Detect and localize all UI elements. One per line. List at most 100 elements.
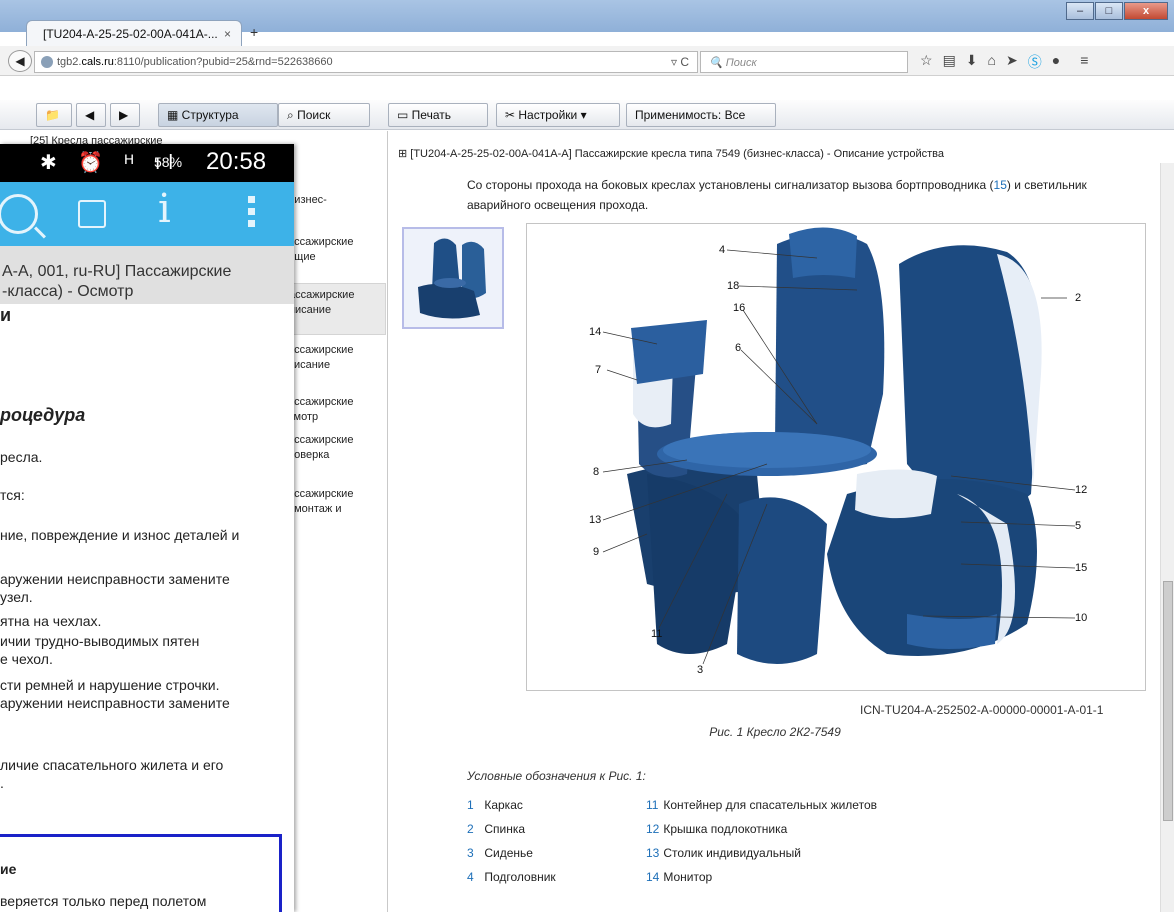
tree-item-selected[interactable]: ассажирские писание [288,283,386,335]
figure-id: ICN-TU204-A-252502-A-00000-00001-A-01-1 [860,703,1104,717]
phone-line: тся: [0,487,25,503]
tree-item[interactable]: ассажирские бщие [288,235,386,265]
document-header[interactable]: ⊞ [TU204-A-25-25-02-00A-041A-A] Пассажир… [398,147,944,160]
structure-button[interactable]: ▦ Структура [158,103,278,127]
close-window-button[interactable]: x [1124,2,1168,20]
callout-label: 18 [727,280,740,292]
callout-link-15[interactable]: 15 [994,178,1007,192]
url-prefix: tgb2. [57,56,82,68]
phone-line: ие [0,861,17,877]
phone-line: ичии трудно-выводимых пятен [0,633,200,649]
phone-line: аружении неисправности замените [0,571,230,587]
callout-label: 3 [697,664,704,676]
legend-label: Крышка подлокотника [663,822,788,836]
back-arrow-icon[interactable]: ◀ [8,50,32,72]
minimize-button[interactable]: – [1066,2,1094,20]
print-icon: ▭ [397,108,412,122]
tree-item[interactable]: ассажирские смотр [288,395,386,425]
chat-icon[interactable]: ● [1052,52,1060,72]
next-button[interactable]: ▶ [110,103,140,127]
info-icon[interactable]: i [158,186,171,232]
binoculars-icon: ⌕ [287,108,298,122]
legend-number[interactable]: 2 [467,817,481,841]
structure-label: Структура [181,108,239,122]
tree-item[interactable]: ассажирские писание [288,343,386,373]
menu-icon[interactable]: ≡ [1080,52,1088,72]
legend-label: Сиденье [484,846,533,860]
legend-label: Спинка [484,822,526,836]
folder-button[interactable]: 📁 [36,103,72,127]
legend-number[interactable]: 4 [467,865,481,889]
tab-close-icon[interactable]: × [224,27,231,41]
overflow-menu-icon[interactable] [248,196,256,232]
figure-thumbnail[interactable] [402,227,504,329]
tree-item[interactable]: ассажирские емонтаж и [288,487,386,517]
applicability-label: Применимость: Все [635,108,746,122]
callout-label: 4 [719,244,726,256]
document-scrollbar[interactable] [1160,163,1174,912]
callout-label: 11 [651,628,663,640]
home-icon[interactable]: ⌂ [988,52,996,72]
search-icon[interactable] [0,194,38,234]
reload-icon[interactable]: ▿ C [671,55,689,69]
phone-document-title: A-A, 001, ru-RU] Пассажирские -класса) -… [0,246,294,304]
callout-label: 14 [589,326,602,338]
phone-app-bar: i [0,182,294,246]
legend-number[interactable]: 13 [646,841,660,865]
square-icon[interactable] [78,200,106,228]
callout-label: 5 [1075,520,1082,532]
prev-button[interactable]: ◀ [76,103,106,127]
window-controls: – □ x [1065,2,1168,20]
legend-item: 11 Контейнер для спасательных жилетов [646,793,877,817]
callout-label: 12 [1075,484,1088,496]
star-icon[interactable]: ☆ [920,52,933,72]
legend-label: Монитор [663,870,713,884]
phone-line: роцедура [0,405,86,425]
legend-label: Подголовник [484,870,556,884]
phone-line: ресла. [0,449,43,465]
search-label: Поиск [297,108,331,122]
legend-number[interactable]: 12 [646,817,660,841]
new-tab-button[interactable]: + [250,24,258,40]
callout-label: 8 [593,466,600,478]
legend-number[interactable]: 14 [646,865,660,889]
settings-button[interactable]: ✂ Настройки ▾ [496,103,620,127]
globe-icon [41,56,53,68]
search-input[interactable]: 🔍 Поиск [700,51,908,73]
phone-status-bar: ✱ ⏰ ᴴ ıl 58% 20:58 [0,144,294,182]
send-icon[interactable]: ➤ [1006,52,1018,72]
legend-item: 12 Крышка подлокотника [646,817,877,841]
tab-bar: [TU204-A-25-25-02-00A-041A-... × + – □ x [0,0,1174,46]
phone-line: е чехол. [0,651,53,667]
legend-item: 4 Подголовник [467,865,556,889]
print-label: Печать [411,108,451,122]
callout-label: 15 [1075,562,1088,574]
tree-item[interactable]: бизнес- [288,193,386,208]
figure-caption: Рис. 1 Кресло 2К2-7549 [709,725,841,739]
print-button[interactable]: ▭ Печать [388,103,488,127]
applicability-button[interactable]: Применимость: Все [626,103,776,127]
reading-list-icon[interactable]: ▤ [943,52,956,72]
legend-item: 13 Столик индивидуальный [646,841,877,865]
browser-tab[interactable]: [TU204-A-25-25-02-00A-041A-... × [26,20,242,46]
phone-line: и [0,305,12,325]
legend-number[interactable]: 11 [646,793,660,817]
search-placeholder: Поиск [725,57,757,69]
url-host: cals.ru [81,56,114,68]
phone-line: сти ремней и нарушение строчки. [0,677,220,693]
download-icon[interactable]: ⬇ [966,52,978,72]
phone-title-text: A-A, 001, ru-RU] Пассажирские -класса) -… [2,262,231,302]
folder-icon: 📁 [45,108,60,122]
tree-item[interactable]: ассажирские роверка [288,433,386,463]
search-button[interactable]: ⌕ Поиск [278,103,370,127]
address-bar[interactable]: tgb2.cals.ru:8110/publication?pubid=25&r… [34,51,698,73]
document-view: ⊞ [TU204-A-25-25-02-00A-041A-A] Пассажир… [390,131,1160,912]
phone-line: личие спасательного жилета и его [0,757,224,773]
skype-icon[interactable]: Ⓢ [1028,52,1042,72]
scrollbar-thumb[interactable] [1163,581,1173,821]
back-circle-icon: ◀ [85,108,95,122]
maximize-button[interactable]: □ [1095,2,1123,20]
callout-label: 2 [1075,292,1082,304]
legend-number[interactable]: 1 [467,793,481,817]
legend-number[interactable]: 3 [467,841,481,865]
